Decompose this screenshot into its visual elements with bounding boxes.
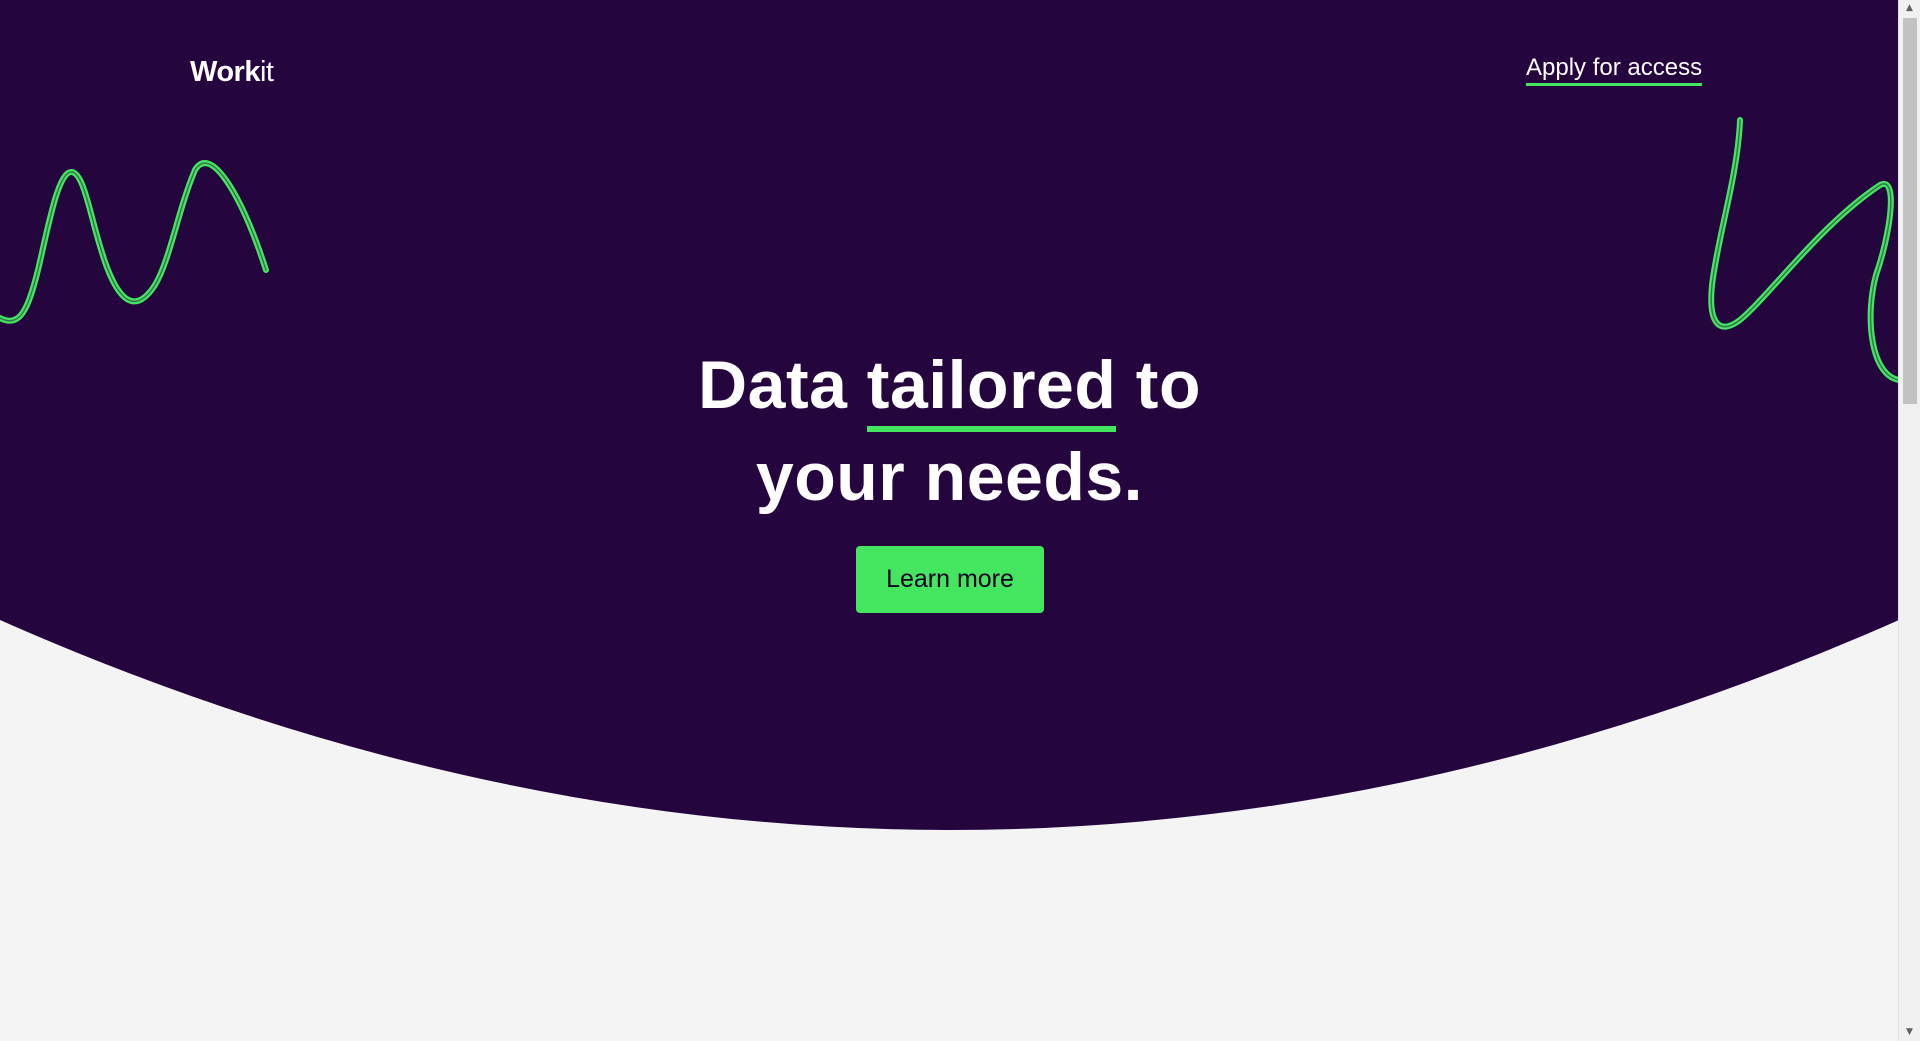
page: Workit Apply for access Data tailored to… xyxy=(0,0,1920,1041)
learn-more-button[interactable]: Learn more xyxy=(856,546,1044,613)
logo-bold-text: Work xyxy=(190,56,260,88)
logo-light-text: it xyxy=(259,56,274,88)
headline-line2: your needs. xyxy=(755,439,1144,515)
scroll-down-arrow-icon[interactable]: ▼ xyxy=(1899,1024,1920,1041)
scroll-up-arrow-icon[interactable]: ▲ xyxy=(1899,0,1920,17)
headline-part1: Data xyxy=(698,347,867,423)
vertical-scrollbar[interactable]: ▲ ▼ xyxy=(1898,0,1920,1041)
brand-logo[interactable]: Workit xyxy=(190,56,274,89)
headline-emphasis: tailored xyxy=(866,348,1117,432)
apply-for-access-link[interactable]: Apply for access xyxy=(1526,54,1703,86)
headline-part2: to xyxy=(1116,347,1201,423)
scrollbar-thumb[interactable] xyxy=(1903,18,1917,404)
hero-headline: Data tailored to your needs. xyxy=(0,340,1899,522)
